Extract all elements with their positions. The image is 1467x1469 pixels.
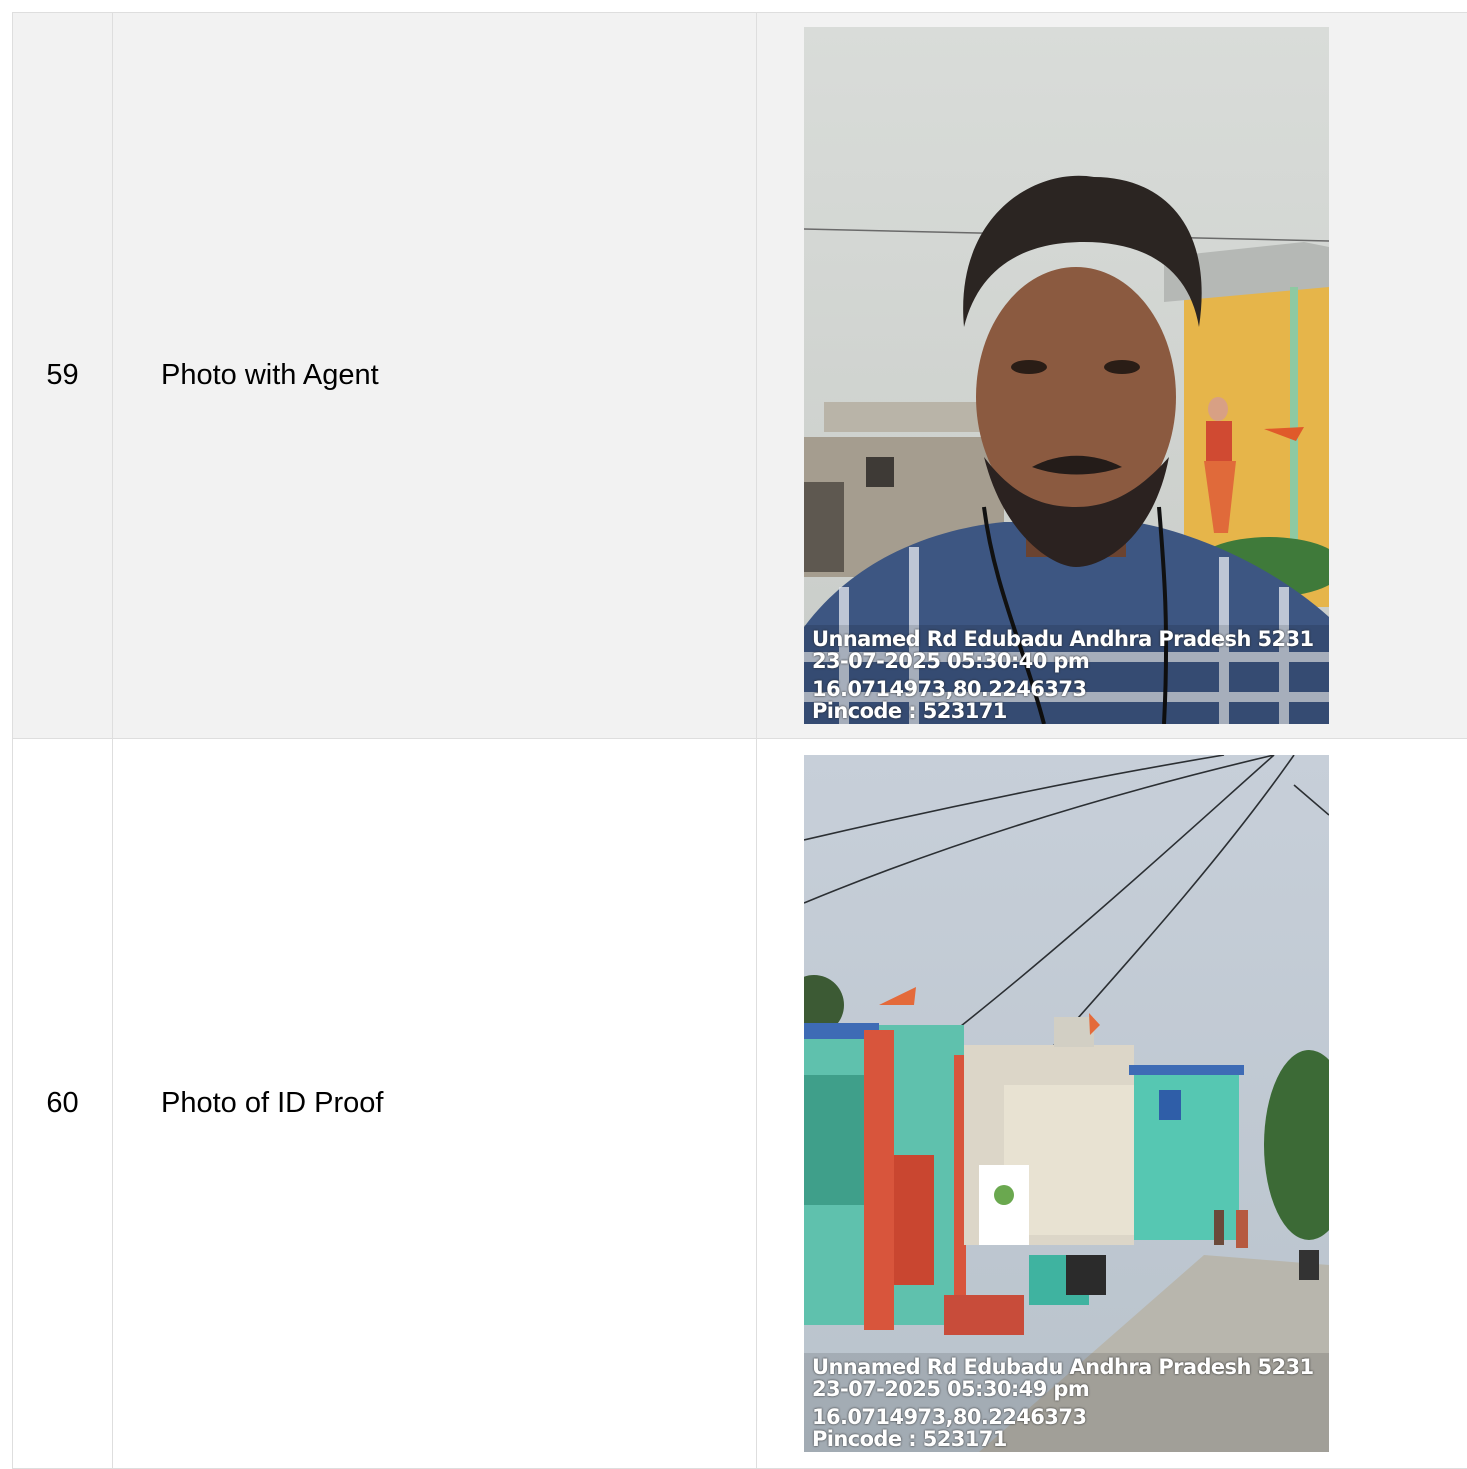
row-number: 60 <box>13 739 113 1469</box>
stamp-pincode: Pincode : 523171 <box>812 1428 1314 1450</box>
geotag-stamp: Unnamed Rd Edubadu Andhra Pradesh 5231 2… <box>812 628 1314 722</box>
stamp-coords: 16.0714973,80.2246373 <box>812 1406 1314 1428</box>
photo-cell: Unnamed Rd Edubadu Andhra Pradesh 5231 2… <box>757 739 1467 1469</box>
selfie-image <box>804 27 1329 724</box>
stamp-datetime: 23-07-2025 05:30:49 pm <box>812 1378 1314 1400</box>
id-proof-photo[interactable]: Unnamed Rd Edubadu Andhra Pradesh 5231 2… <box>804 755 1329 1452</box>
row-number: 59 <box>13 13 113 739</box>
stamp-address: Unnamed Rd Edubadu Andhra Pradesh 5231 <box>812 628 1314 650</box>
geotag-stamp: Unnamed Rd Edubadu Andhra Pradesh 5231 2… <box>812 1356 1314 1450</box>
row-label: Photo of ID Proof <box>113 739 757 1469</box>
agent-selfie-photo[interactable]: Unnamed Rd Edubadu Andhra Pradesh 5231 2… <box>804 27 1329 724</box>
photo-cell: Unnamed Rd Edubadu Andhra Pradesh 5231 2… <box>757 13 1467 739</box>
stamp-coords: 16.0714973,80.2246373 <box>812 678 1314 700</box>
table-row: 60 Photo of ID Proof <box>13 739 1467 1469</box>
stamp-pincode: Pincode : 523171 <box>812 700 1314 722</box>
row-label: Photo with Agent <box>113 13 757 739</box>
stamp-datetime: 23-07-2025 05:30:40 pm <box>812 650 1314 672</box>
stamp-address: Unnamed Rd Edubadu Andhra Pradesh 5231 <box>812 1356 1314 1378</box>
table-row: 59 Photo with Agent <box>13 13 1467 739</box>
photo-table: 59 Photo with Agent <box>12 12 1467 1469</box>
street-image <box>804 755 1329 1452</box>
